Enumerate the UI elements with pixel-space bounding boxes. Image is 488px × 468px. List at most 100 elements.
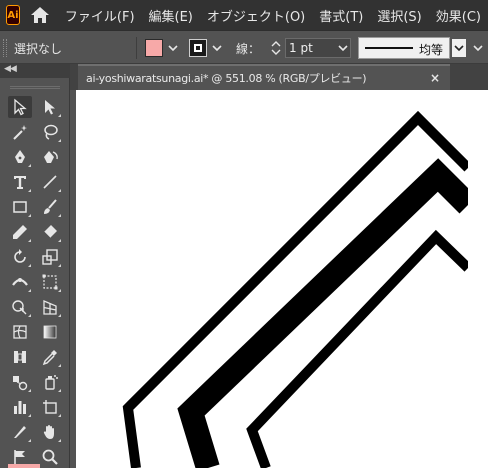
close-icon[interactable]: × <box>430 71 440 85</box>
zoom-tool-icon <box>42 449 58 465</box>
symbol-sprayer-tool[interactable] <box>38 371 62 393</box>
blend-tool-icon <box>13 376 28 391</box>
control-bar-grip[interactable] <box>3 39 7 57</box>
pencil-tool-icon <box>13 225 27 239</box>
free-transform-tool[interactable] <box>38 271 62 293</box>
menu-select[interactable]: 選択(S) <box>370 6 428 25</box>
artboard-tool[interactable] <box>38 396 62 418</box>
eraser-tool-icon <box>43 225 57 239</box>
column-graph-tool[interactable] <box>8 396 32 418</box>
collapse-icon[interactable]: ◀◀ <box>4 64 17 74</box>
measure-tool-icon <box>14 351 26 363</box>
rotate-tool-icon <box>14 249 26 263</box>
profile-label: 均等 <box>419 43 444 57</box>
more-options-button[interactable] <box>470 39 486 57</box>
stepper-arrows-icon <box>271 41 281 55</box>
stroke-profile-selector[interactable]: 均等 <box>358 37 450 59</box>
paintbrush-tool-icon <box>44 199 57 214</box>
home-icon <box>30 7 49 23</box>
slice-tool-icon <box>14 426 26 438</box>
stroke-dropdown-button[interactable] <box>209 39 225 57</box>
magic-wand-tool[interactable] <box>8 121 32 143</box>
eyedropper-tool[interactable] <box>8 346 32 368</box>
chevron-down-icon[interactable] <box>338 39 348 62</box>
column-graph-tool-icon <box>14 401 26 414</box>
chevron-down-icon <box>168 45 178 52</box>
tools-panel-grip[interactable] <box>10 86 60 89</box>
line-segment-tool-icon <box>43 175 57 189</box>
symbol-sprayer-tool-icon <box>45 375 58 390</box>
rotate-tool[interactable] <box>8 246 32 268</box>
lasso-tool[interactable] <box>38 121 62 143</box>
stroke-color-swatch[interactable] <box>189 39 207 57</box>
canvas-right-edge <box>468 90 488 468</box>
profile-preview-line <box>365 47 413 49</box>
chevron-down-icon <box>473 45 483 52</box>
gradient-tool[interactable] <box>38 321 62 343</box>
document-tab-bar: ai-yoshiwaratsunagi.ai* @ 551.08 % (RGB/… <box>70 64 488 90</box>
artboard-canvas[interactable] <box>76 90 468 468</box>
artboard-tool-icon <box>43 400 57 414</box>
width-tool[interactable] <box>8 271 32 293</box>
hand-tool-icon <box>43 425 54 439</box>
pen-tool-icon <box>15 150 25 163</box>
stroke-label[interactable]: 線： <box>236 40 260 57</box>
curvature-tool-icon <box>44 151 58 163</box>
profile-dropdown-button[interactable] <box>452 39 466 57</box>
gradient-tool-icon <box>43 325 57 339</box>
menu-effect[interactable]: 効果(C) <box>429 6 488 25</box>
hand-tool[interactable] <box>38 421 62 443</box>
slice-tool[interactable] <box>8 421 32 443</box>
menu-type[interactable]: 書式(T) <box>312 6 370 25</box>
pencil-tool[interactable] <box>8 221 32 243</box>
tools-panel-header: ◀◀ <box>0 64 70 78</box>
direct-selection-tool[interactable] <box>38 96 62 118</box>
rectangle-tool[interactable] <box>8 196 32 218</box>
artwork-chevrons[interactable] <box>76 90 468 468</box>
chevron-down-icon <box>454 45 464 52</box>
menu-edit[interactable]: 編集(E) <box>142 6 200 25</box>
curvature-tool[interactable] <box>38 146 62 168</box>
width-tool-icon <box>12 278 28 286</box>
perspective-grid-tool[interactable] <box>38 296 62 318</box>
paintbrush-tool[interactable] <box>38 196 62 218</box>
app-logo: Ai <box>6 5 20 25</box>
selection-tool[interactable] <box>8 96 32 118</box>
tools-panel: ◀◀ <box>0 64 70 468</box>
eraser-tool[interactable] <box>38 221 62 243</box>
shape-builder-tool-icon <box>12 300 27 315</box>
perspective-grid-tool-icon <box>43 300 57 315</box>
fill-color-swatch[interactable] <box>145 39 163 57</box>
mesh-tool[interactable] <box>8 321 32 343</box>
scale-tool-icon <box>42 249 58 265</box>
stroke-weight-value: 1 pt <box>289 41 313 55</box>
type-tool[interactable] <box>8 171 32 193</box>
shape-builder-tool[interactable] <box>8 296 32 318</box>
mesh-tool-icon <box>13 325 27 339</box>
menu-object[interactable]: オブジェクト(O) <box>200 6 312 25</box>
zoom-tool[interactable] <box>38 446 62 468</box>
chevron-inner[interactable] <box>246 229 468 468</box>
stroke-weight-field[interactable]: 1 pt <box>285 38 351 58</box>
home-button[interactable] <box>30 3 50 27</box>
document-title: ai-yoshiwaratsunagi.ai* @ 551.08 % (RGB/… <box>86 72 367 85</box>
blend-tool[interactable] <box>8 371 32 393</box>
chevron-down-icon <box>212 45 222 52</box>
control-bar: 選択なし 線： 1 pt 均等 <box>0 30 488 64</box>
eyedropper-tool-2[interactable] <box>38 346 62 368</box>
line-segment-tool[interactable] <box>38 171 62 193</box>
fill-dropdown-button[interactable] <box>165 39 181 57</box>
menu-file[interactable]: ファイル(F) <box>58 6 142 25</box>
scale-tool[interactable] <box>38 246 62 268</box>
pen-tool[interactable] <box>8 146 32 168</box>
stroke-weight-stepper[interactable] <box>268 39 284 57</box>
selection-status: 選択なし <box>14 42 63 56</box>
lasso-tool-icon <box>44 124 58 140</box>
selection-tool-icon <box>14 98 27 116</box>
menu-bar: Ai ファイル(F) 編集(E) オブジェクト(O) 書式(T) 選択(S) 効… <box>0 0 488 30</box>
magic-wand-tool-icon <box>13 125 27 140</box>
document-tab[interactable]: ai-yoshiwaratsunagi.ai* @ 551.08 % (RGB/… <box>78 64 450 90</box>
fill-stroke-swatches[interactable] <box>8 464 40 468</box>
chevron-middle[interactable] <box>177 158 468 468</box>
rectangle-tool-icon <box>13 201 27 213</box>
